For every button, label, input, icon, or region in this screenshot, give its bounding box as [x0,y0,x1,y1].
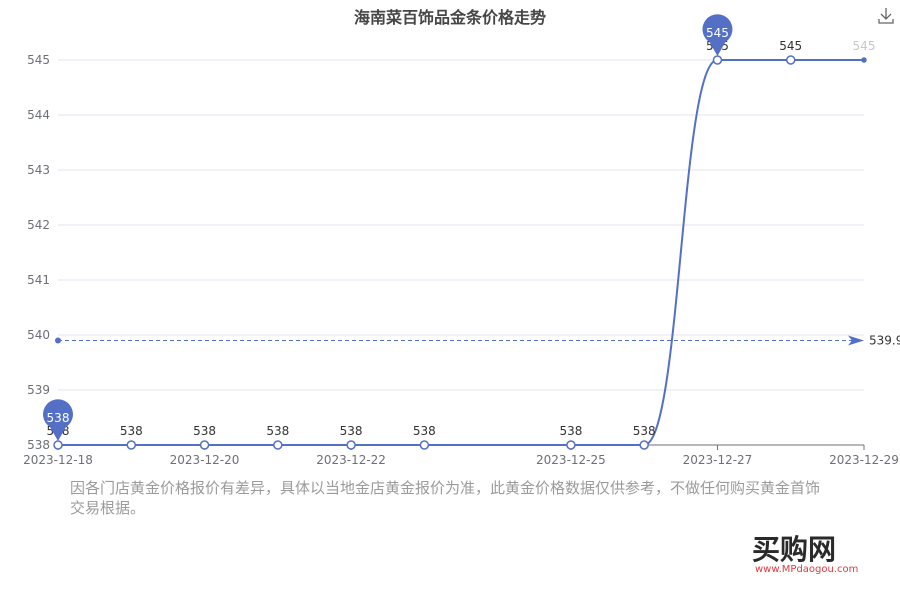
y-tick-label: 541 [27,273,50,287]
data-point [346,440,356,450]
disclaimer-text: 因各门店黄金价格报价有差异，具体以当地金店黄金报价为准，此黄金价格数据仅供参考，… [70,479,821,517]
grid-lines [58,59,864,446]
data-label: 538 [559,424,582,438]
y-tick-label: 542 [27,218,50,232]
data-point [639,440,649,450]
average-line: 539.9 [55,334,900,348]
y-tick-label: 545 [27,53,50,67]
logo-url: www.MPdaogou.com [755,564,859,575]
data-label: 538 [413,424,436,438]
min-pin-label: 538 [47,411,70,425]
x-tick-label: 2023-12-20 [170,453,240,467]
data-label: 538 [193,424,216,438]
x-axis: 2023-12-18 2023-12-20 2023-12-22 2023-12-25… [23,444,899,467]
data-point [861,57,867,63]
data-point [419,440,430,450]
data-point [566,440,576,450]
data-point [199,440,210,450]
series-line [58,59,864,446]
data-point [712,55,723,65]
y-tick-label: 539 [27,383,50,397]
x-tick-label: 2023-12-25 [536,453,606,467]
x-tick-label: 2023-12-29 [829,453,899,467]
x-tick-label: 2023-12-22 [316,453,386,467]
data-label: 538 [266,424,289,438]
data-point [785,55,796,65]
data-label: 545 [779,39,802,53]
y-axis: 538 539 540 541 542 543 544 545 [27,53,50,452]
y-tick-label: 544 [27,108,50,122]
max-pin-label: 545 [706,26,729,40]
average-label: 539.9 [869,334,900,348]
data-label: 538 [633,424,656,438]
data-point [126,440,137,450]
data-point [53,440,63,450]
y-tick-label: 540 [27,328,50,342]
data-label: 538 [120,424,143,438]
y-tick-label: 543 [27,163,50,177]
data-label: 545 [853,39,876,53]
data-labels: 538538538538538538538538545545545 [47,39,876,438]
min-max-markers: 538 545 [43,14,733,441]
data-point [273,440,283,450]
x-tick-label: 2023-12-27 [683,453,753,467]
data-label: 538 [340,424,363,438]
chart-page: 海南菜百饰品金条价格走势 538 539 540 541 542 543 544 545 20… [0,0,900,600]
y-tick-label: 538 [27,438,50,452]
logo-text: 买购网 [752,533,837,566]
site-logo[interactable]: 买购网 www.MPdaogou.com [752,528,880,578]
x-tick-label: 2023-12-18 [23,453,93,467]
